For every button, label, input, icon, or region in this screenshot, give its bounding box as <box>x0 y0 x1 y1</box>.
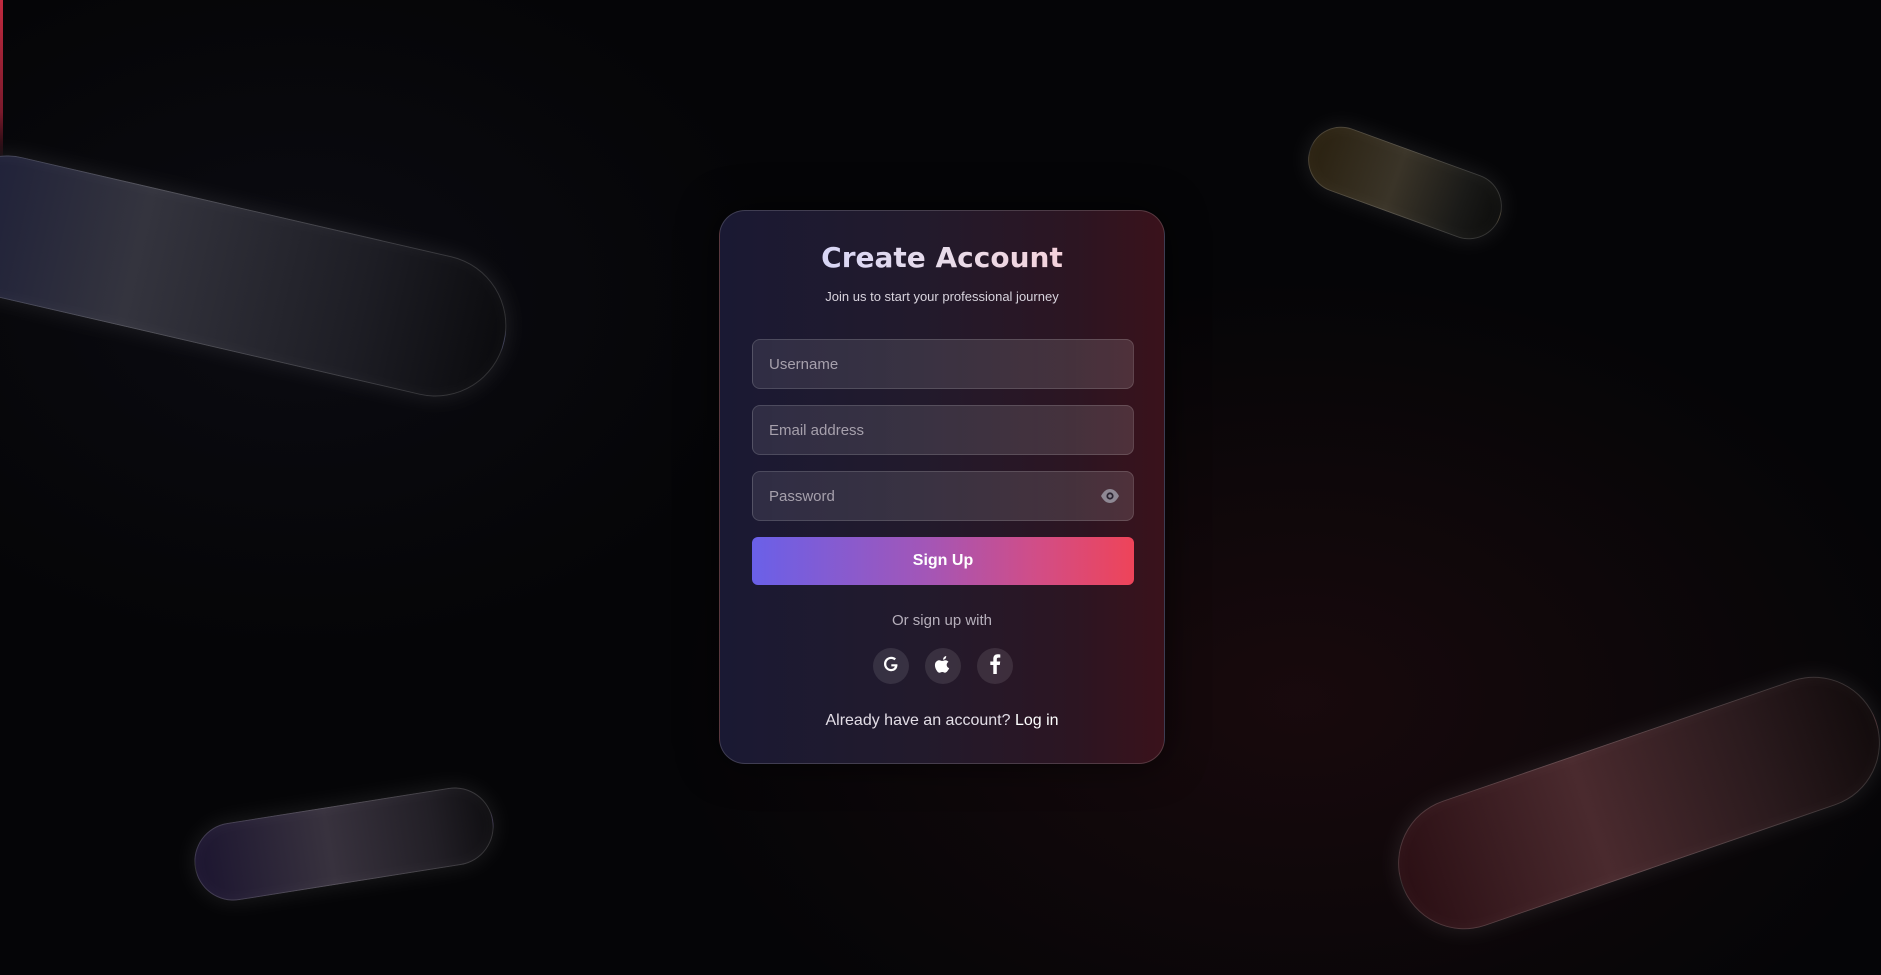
signup-card: Create Account Join us to start your pro… <box>719 210 1165 764</box>
log-in-link[interactable]: Log in <box>1015 712 1059 729</box>
facebook-icon <box>989 654 1001 678</box>
decorative-pill <box>188 781 500 907</box>
google-signup-button[interactable] <box>873 648 909 684</box>
login-prompt: Already have an account? Log in <box>720 712 1164 730</box>
username-input[interactable] <box>752 339 1134 389</box>
edge-accent-line <box>0 0 3 160</box>
sign-up-button[interactable]: Sign Up <box>752 537 1134 585</box>
social-divider-text: Or sign up with <box>891 612 993 629</box>
page-background: Create Account Join us to start your pro… <box>0 0 1881 975</box>
password-input[interactable] <box>752 471 1134 521</box>
login-prompt-text: Already have an account? <box>825 712 1011 729</box>
apple-icon <box>934 654 952 678</box>
card-title: Create Account <box>720 241 1164 275</box>
apple-signup-button[interactable] <box>925 648 961 684</box>
eye-icon[interactable] <box>1100 487 1120 505</box>
decorative-pill <box>0 141 521 411</box>
email-input[interactable] <box>752 405 1134 455</box>
google-icon <box>881 654 901 678</box>
decorative-pill <box>1298 117 1512 249</box>
facebook-signup-button[interactable] <box>977 648 1013 684</box>
decorative-pill <box>1380 658 1881 948</box>
card-subtitle: Join us to start your professional journ… <box>825 289 1059 304</box>
